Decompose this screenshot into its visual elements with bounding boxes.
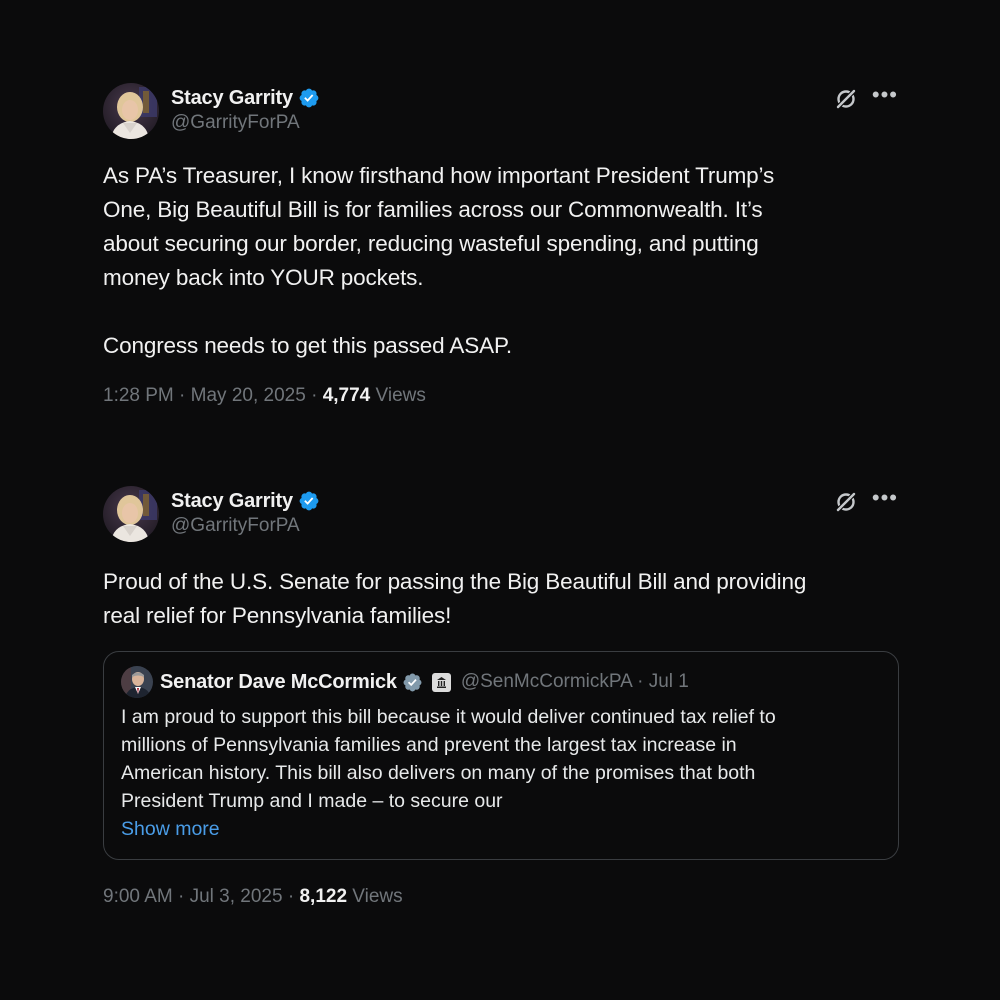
author-block: Stacy Garrity @GarrityForPA — [171, 488, 320, 537]
show-more-link[interactable]: Show more — [121, 815, 881, 843]
page: Stacy Garrity @GarrityForPA ••• As PA’s … — [0, 0, 1000, 1000]
tweet-meta: 9:00 AM · Jul 3, 2025 · 8,122 Views — [103, 886, 898, 908]
tweet-time[interactable]: 1:28 PM — [103, 385, 174, 406]
verified-badge-icon — [403, 673, 422, 691]
author-block: Stacy Garrity @GarrityForPA — [171, 85, 320, 134]
tweet-text: Proud of the U.S. Senate for passing the… — [103, 569, 807, 628]
separator: · — [287, 886, 300, 907]
quoted-tweet[interactable]: Senator Dave McCormick @SenMcCormickPA ·… — [103, 651, 899, 860]
name-row: Stacy Garrity — [171, 488, 320, 514]
name-row: Stacy Garrity — [171, 85, 320, 111]
author-name[interactable]: Stacy Garrity — [171, 490, 293, 513]
quote-text: I am proud to support this bill because … — [121, 706, 776, 812]
quote-author-name[interactable]: Senator Dave McCormick — [160, 671, 397, 694]
tweet-actions: ••• — [834, 487, 898, 514]
tweet-meta: 1:28 PM · May 20, 2025 · 4,774 Views — [103, 385, 898, 407]
separator: · — [637, 671, 649, 692]
tweet-actions: ••• — [834, 84, 898, 111]
tweet[interactable]: Stacy Garrity @GarrityForPA ••• Proud of… — [103, 486, 899, 908]
verified-badge-icon — [299, 491, 319, 511]
quote-handle[interactable]: @SenMcCormickPA — [461, 671, 632, 692]
verified-badge-icon — [299, 88, 319, 108]
views-label: Views — [375, 385, 426, 406]
views-count: 8,122 — [299, 886, 348, 907]
tweet-header: Stacy Garrity @GarrityForPA ••• — [103, 83, 898, 139]
quote-header: Senator Dave McCormick @SenMcCormickPA ·… — [121, 666, 881, 698]
author-handle[interactable]: @GarrityForPA — [171, 515, 320, 537]
more-icon[interactable]: ••• — [872, 487, 898, 509]
tweet[interactable]: Stacy Garrity @GarrityForPA ••• As PA’s … — [103, 83, 898, 407]
separator: · — [311, 385, 323, 406]
separator: · — [179, 385, 191, 406]
tweet-date[interactable]: May 20, 2025 — [191, 385, 306, 406]
tweet-header: Stacy Garrity @GarrityForPA ••• — [103, 486, 898, 542]
grok-icon[interactable] — [834, 87, 858, 111]
author-name[interactable]: Stacy Garrity — [171, 87, 293, 110]
quote-avatar[interactable] — [121, 666, 153, 698]
government-badge-icon — [431, 672, 451, 692]
author-handle[interactable]: @GarrityForPA — [171, 112, 320, 134]
tweet-time[interactable]: 9:00 AM — [103, 886, 173, 907]
quote-date[interactable]: Jul 1 — [649, 671, 689, 692]
quote-handle-date: @SenMcCormickPA · Jul 1 — [461, 671, 689, 693]
tweet-text: As PA’s Treasurer, I know firsthand how … — [103, 163, 775, 358]
avatar[interactable] — [103, 83, 159, 139]
more-icon[interactable]: ••• — [872, 84, 898, 106]
grok-icon[interactable] — [834, 490, 858, 514]
tweet-date[interactable]: Jul 3, 2025 — [190, 886, 283, 907]
views-label: Views — [352, 886, 403, 907]
views-count: 4,774 — [322, 385, 371, 406]
avatar[interactable] — [103, 486, 159, 542]
separator: · — [178, 886, 190, 907]
